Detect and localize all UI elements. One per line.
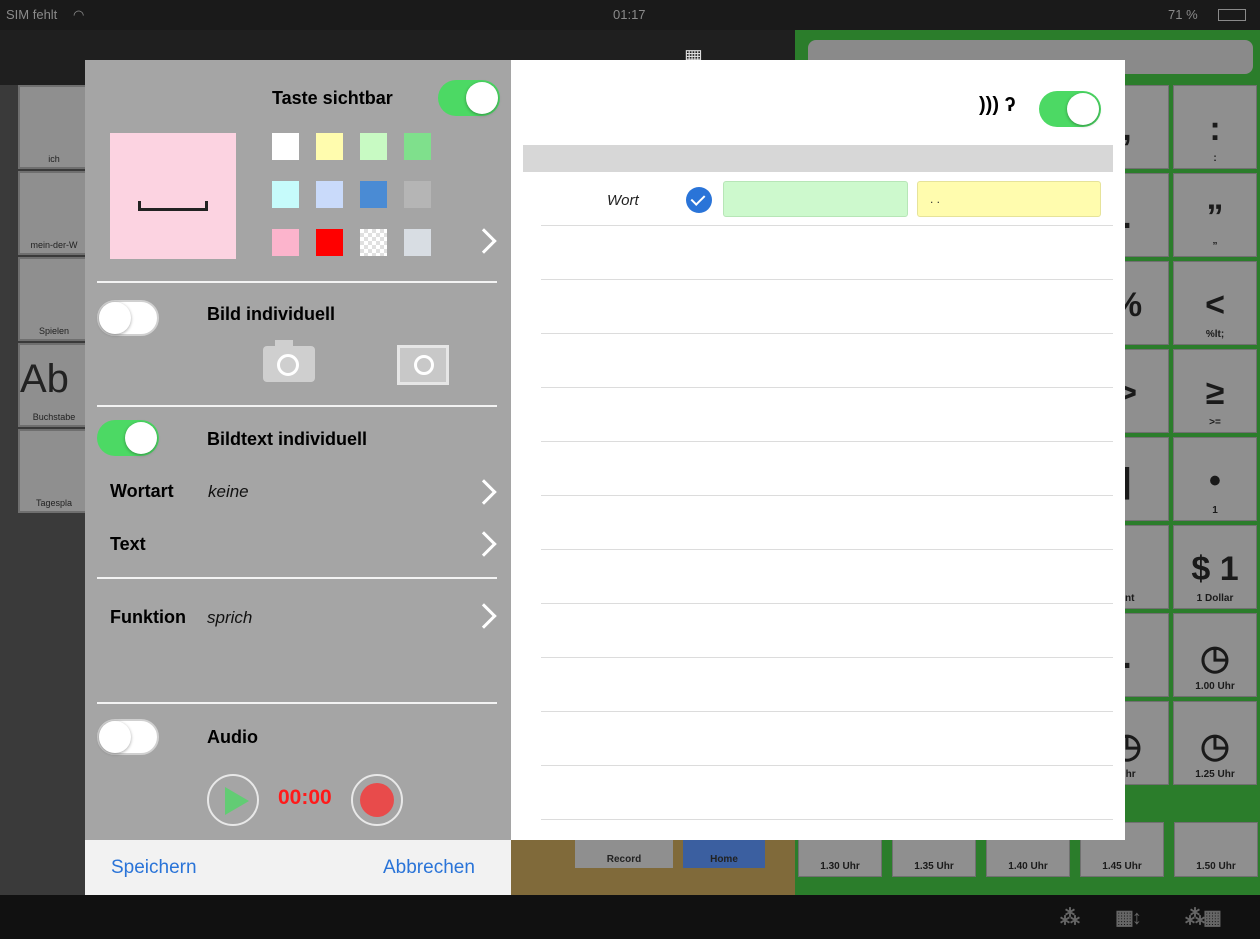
bg-cell-buchstaben[interactable]: Ab Buchstabe xyxy=(18,343,90,427)
color-swatch[interactable] xyxy=(316,181,343,208)
photo-library-icon[interactable] xyxy=(397,345,449,385)
wortart-chevron-icon[interactable] xyxy=(471,479,497,505)
bild-individuell-label: Bild individuell xyxy=(207,304,336,324)
space-symbol xyxy=(138,201,208,211)
bottom-toolbar: ⁂ ▦↕ ⁂▦ xyxy=(0,895,1260,939)
wortart-label: Wortart xyxy=(110,481,174,501)
grid-add-icon[interactable]: ⁂▦ xyxy=(1185,905,1222,930)
table-row-separator xyxy=(541,333,1113,334)
bg-grid-cell[interactable]: • 1 xyxy=(1173,437,1257,521)
play-icon xyxy=(225,787,249,815)
bg-grid-cell[interactable]: $ 11 Dollar xyxy=(1173,525,1257,609)
divider xyxy=(97,405,497,407)
record-icon xyxy=(360,783,394,817)
table-header xyxy=(523,145,1113,172)
audio-timer: 00:00 xyxy=(278,786,332,809)
funktion-label: Funktion xyxy=(110,607,186,627)
bg-cell-ich[interactable]: ich xyxy=(18,85,90,169)
table-row-separator xyxy=(541,441,1113,442)
color-swatch[interactable] xyxy=(272,133,299,160)
audio-label: Audio xyxy=(207,727,258,747)
bg-record-button[interactable]: Record xyxy=(575,838,673,868)
grid-resize-icon[interactable]: ▦↕ xyxy=(1115,905,1142,930)
row-label: Wort xyxy=(607,192,639,209)
bg-grid-cell[interactable]: ◷ 1.25 Uhr xyxy=(1173,701,1257,785)
table-row-separator xyxy=(541,279,1113,280)
table-row-separator xyxy=(541,711,1113,712)
color-swatch[interactable] xyxy=(360,181,387,208)
edit-grid-icon[interactable]: ⁂ xyxy=(1060,905,1080,930)
word-form-field[interactable] xyxy=(723,181,908,217)
battery-percent: 71 % xyxy=(1168,7,1198,22)
camera-icon[interactable] xyxy=(263,340,315,382)
carrier-text: SIM fehlt xyxy=(6,7,58,22)
button-color-preview xyxy=(110,133,236,259)
table-row-separator xyxy=(541,549,1113,550)
audio-toggle[interactable] xyxy=(97,719,159,755)
battery-icon xyxy=(1218,9,1246,21)
bg-grid-cell[interactable]: < %lt; xyxy=(1173,261,1257,345)
table-row-separator xyxy=(541,657,1113,658)
bg-cell-spielen[interactable]: Spielen xyxy=(18,257,90,341)
clock: 01:17 xyxy=(613,7,646,22)
wifi-icon: ◠ xyxy=(73,7,85,22)
funktion-value[interactable]: sprich xyxy=(207,608,252,628)
divider xyxy=(97,702,497,704)
bg-grid-cell[interactable]: ”” xyxy=(1173,173,1257,257)
table-row-separator xyxy=(541,387,1113,388)
divider xyxy=(97,281,497,283)
status-bar: SIM fehlt ◠ 01:17 71 % xyxy=(0,0,1260,30)
color-swatch[interactable] xyxy=(404,181,431,208)
word-forms-panel: ))) ʔ Wort . . xyxy=(511,60,1125,840)
bg-cell-mein[interactable]: mein-der-W xyxy=(18,171,90,255)
bg-grid-cell[interactable]: ◷ 1.00 Uhr xyxy=(1173,613,1257,697)
text-chevron-icon[interactable] xyxy=(471,531,497,557)
color-swatch[interactable] xyxy=(360,133,387,160)
background-left-column: ich mein-der-W Spielen Ab Buchstabe Tages… xyxy=(0,85,90,895)
record-button[interactable] xyxy=(351,774,403,826)
table-row-separator xyxy=(541,495,1113,496)
button-editor-panel: Taste sichtbar Bild individuell Bildtext… xyxy=(85,60,511,895)
word-form-alt-field[interactable]: . . xyxy=(917,181,1101,217)
funktion-chevron-icon[interactable] xyxy=(471,603,497,629)
color-swatch[interactable] xyxy=(404,229,431,256)
table-row-separator xyxy=(541,819,1113,820)
color-swatch[interactable] xyxy=(316,229,343,256)
editor-footer: Speichern Abbrechen xyxy=(85,840,511,895)
bg-grid-cell[interactable]: :: xyxy=(1173,85,1257,169)
cancel-button[interactable]: Abbrechen xyxy=(383,857,475,879)
table-row-separator xyxy=(541,225,1113,226)
bild-individuell-toggle[interactable] xyxy=(97,300,159,336)
color-more-chevron-icon[interactable] xyxy=(471,228,497,254)
bildtext-individuell-toggle[interactable] xyxy=(97,420,159,456)
bg-clock-cell[interactable]: 1.50 Uhr xyxy=(1174,822,1258,877)
color-swatch[interactable] xyxy=(404,133,431,160)
text-label: Text xyxy=(110,534,146,554)
table-row-separator xyxy=(541,603,1113,604)
color-swatch[interactable] xyxy=(316,133,343,160)
taste-sichtbar-label: Taste sichtbar xyxy=(272,88,393,108)
color-swatch[interactable] xyxy=(360,229,387,256)
bg-grid-cell[interactable]: ≥ >= xyxy=(1173,349,1257,433)
bg-cell-tagesplan[interactable]: Tagespla xyxy=(18,429,90,513)
taste-sichtbar-toggle[interactable] xyxy=(438,80,500,116)
speak-toggle[interactable] xyxy=(1039,91,1101,127)
save-button[interactable]: Speichern xyxy=(111,857,197,879)
color-swatch[interactable] xyxy=(272,229,299,256)
bildtext-individuell-label: Bildtext individuell xyxy=(207,429,368,449)
color-swatch[interactable] xyxy=(272,181,299,208)
checkmark-icon[interactable] xyxy=(686,187,712,213)
play-button[interactable] xyxy=(207,774,259,826)
table-row-separator xyxy=(541,765,1113,766)
bg-home-button[interactable]: Home xyxy=(683,838,765,868)
divider xyxy=(97,577,497,579)
wortart-value[interactable]: keine xyxy=(208,482,249,502)
ear-icon: ))) ʔ xyxy=(979,94,1016,116)
